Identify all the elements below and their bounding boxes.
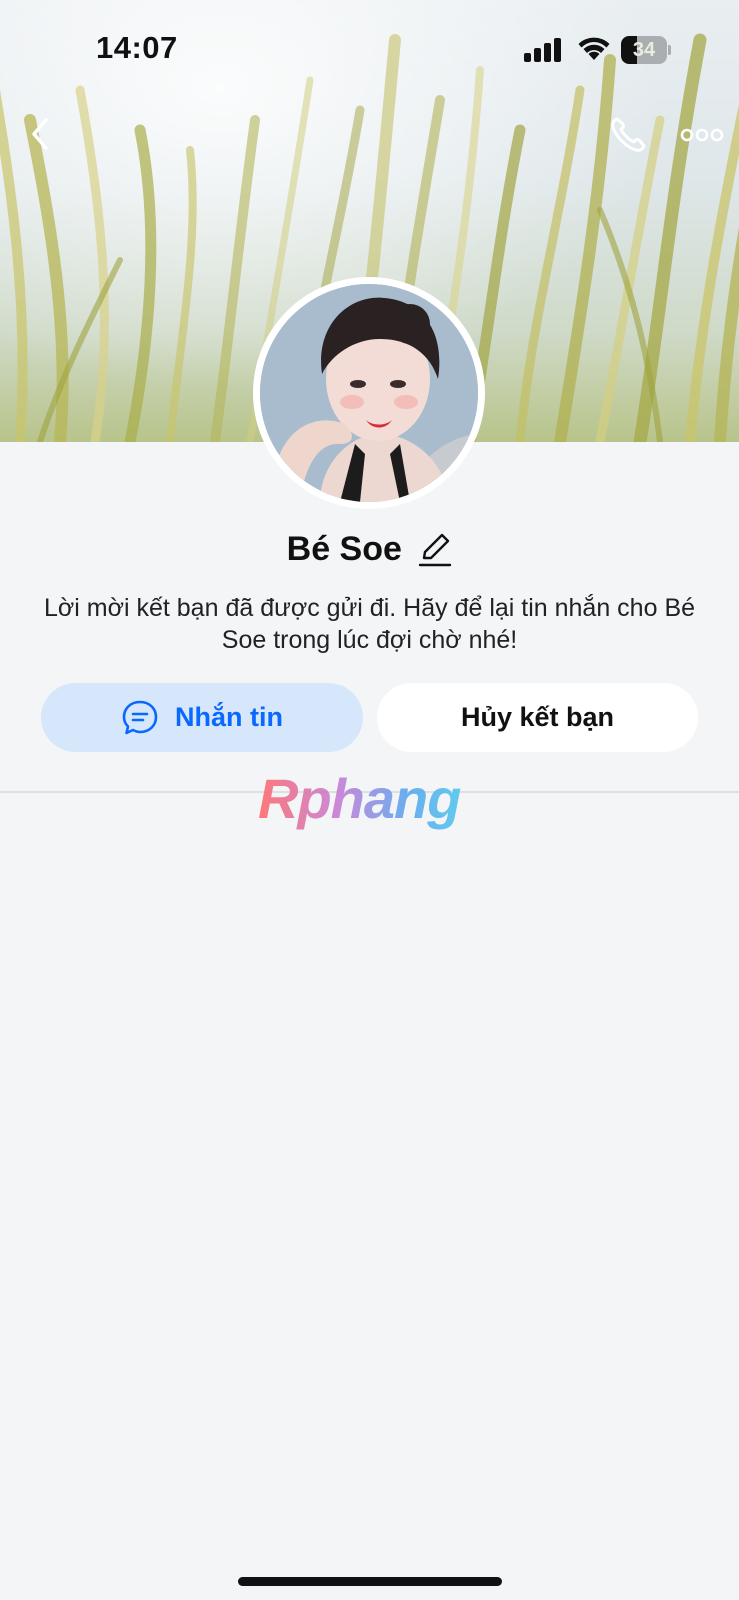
cancel-friend-request-button[interactable]: Hủy kết bạn	[377, 683, 698, 752]
send-message-button[interactable]: Nhắn tin	[41, 683, 363, 752]
status-bar: 14:07 34	[0, 0, 739, 100]
status-time: 14:07	[96, 30, 178, 65]
watermark-logo: Rphang	[258, 768, 488, 830]
more-horizontal-icon	[680, 128, 724, 142]
home-indicator[interactable]	[238, 1577, 502, 1586]
battery-icon: 34	[621, 36, 671, 64]
battery-percentage: 34	[632, 39, 656, 61]
call-button[interactable]	[606, 113, 650, 157]
back-button[interactable]	[22, 114, 62, 154]
wifi-icon	[578, 37, 610, 60]
more-options-button[interactable]	[680, 120, 724, 150]
profile-avatar[interactable]	[253, 277, 485, 509]
send-message-label: Nhắn tin	[175, 702, 283, 732]
profile-name: Bé Soe	[286, 530, 402, 568]
cellular-signal-icon	[524, 38, 561, 62]
chevron-left-icon	[32, 118, 48, 150]
friend-request-info-text: Lời mời kết bạn đã được gửi đi. Hãy để l…	[43, 594, 696, 654]
phone-icon	[611, 117, 646, 152]
cancel-friend-request-label: Hủy kết bạn	[460, 702, 615, 732]
pencil-icon[interactable]	[418, 530, 452, 568]
avatar-photo	[260, 284, 478, 502]
profile-name-row: Bé Soe	[0, 524, 739, 574]
chat-bubble-icon	[122, 700, 158, 734]
